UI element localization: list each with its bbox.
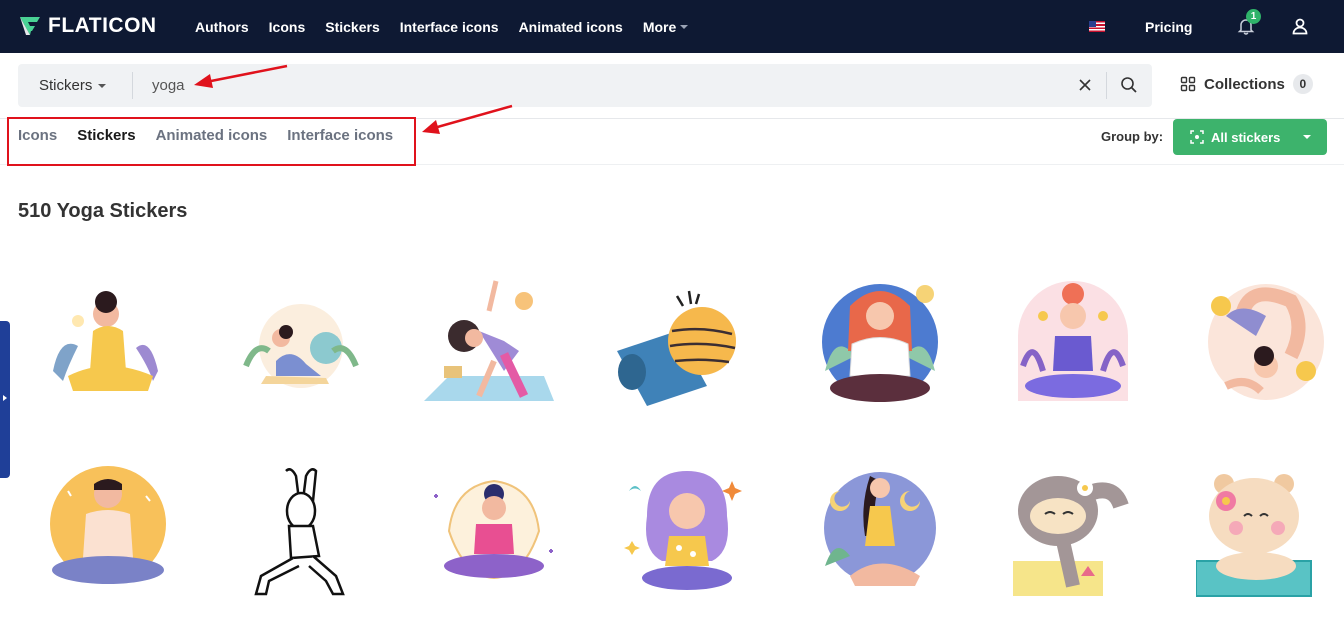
yoga-night-stretch-icon bbox=[824, 472, 936, 586]
chevron-down-icon bbox=[1303, 135, 1312, 139]
notification-badge: 1 bbox=[1246, 9, 1261, 24]
nav-more-label: More bbox=[642, 18, 677, 35]
sticker-yoga-meditation-man[interactable] bbox=[38, 466, 178, 606]
divider bbox=[132, 72, 133, 99]
yoga-meditation-woman-icon bbox=[822, 284, 938, 402]
logo-text: FLATICON bbox=[48, 14, 157, 37]
yoga-lotus-mandala-icon bbox=[434, 479, 553, 580]
search-type-dropdown[interactable]: Stickers bbox=[39, 77, 107, 94]
group-by-value: All stickers bbox=[1211, 129, 1281, 145]
sticker-yoga-backbend[interactable] bbox=[1196, 276, 1336, 416]
top-navigation: FLATICON Authors Icons Stickers Interfac… bbox=[0, 0, 1344, 53]
yoga-outline-warrior-icon bbox=[254, 468, 345, 596]
sticker-yoga-cobra-pose[interactable] bbox=[231, 276, 371, 416]
sticker-yoga-sloth[interactable] bbox=[1003, 466, 1143, 606]
yoga-triangle-pose-icon bbox=[424, 280, 554, 401]
yoga-cobra-pose-icon bbox=[243, 304, 359, 388]
divider bbox=[1106, 72, 1107, 99]
collections-count: 0 bbox=[1292, 74, 1313, 94]
yoga-lotus-arch-icon bbox=[1018, 281, 1128, 401]
chevron-down-icon bbox=[680, 24, 689, 29]
sticker-yoga-outline-warrior[interactable] bbox=[231, 466, 371, 606]
nav-link-stickers[interactable]: Stickers bbox=[325, 19, 379, 35]
search-bar: Stickers bbox=[18, 64, 1152, 107]
chevron-down-icon bbox=[98, 83, 107, 88]
sticker-yoga-lotus-mandala[interactable] bbox=[424, 466, 564, 606]
sticker-yoga-woman-stretch[interactable] bbox=[38, 276, 178, 416]
nav-more-menu[interactable]: More bbox=[642, 18, 689, 35]
nav-link-animated-icons[interactable]: Animated icons bbox=[519, 19, 623, 35]
yoga-woman-stretch-icon bbox=[53, 291, 158, 391]
annotation-highlight-box bbox=[7, 117, 416, 166]
yoga-mat-ball-icon bbox=[617, 290, 736, 406]
sticker-yoga-meditation-woman[interactable] bbox=[810, 276, 950, 416]
nav-links: Authors Icons Stickers Interface icons A… bbox=[195, 0, 689, 53]
nav-link-authors[interactable]: Authors bbox=[195, 19, 249, 35]
pricing-link[interactable]: Pricing bbox=[1145, 19, 1192, 35]
collections-button[interactable]: Collections 0 bbox=[1180, 74, 1313, 94]
yoga-meditation-man-icon bbox=[50, 466, 166, 584]
search-icon[interactable] bbox=[1120, 76, 1138, 94]
close-icon[interactable] bbox=[1077, 77, 1093, 93]
annotation-arrow-tabs bbox=[422, 104, 513, 134]
sticker-yoga-purple-hair[interactable] bbox=[617, 466, 757, 606]
nav-link-interface-icons[interactable]: Interface icons bbox=[400, 19, 499, 35]
sticker-yoga-bear[interactable] bbox=[1195, 466, 1336, 606]
grid-icon bbox=[1180, 76, 1196, 92]
sticker-yoga-lotus-arch[interactable] bbox=[1003, 276, 1143, 416]
side-panel-toggle[interactable] bbox=[0, 321, 10, 478]
results-heading: 510 Yoga Stickers bbox=[18, 200, 188, 222]
yoga-backbend-icon bbox=[1208, 284, 1324, 400]
flaticon-logo[interactable]: FLATICON bbox=[18, 14, 157, 38]
sticker-yoga-triangle-pose[interactable] bbox=[424, 276, 564, 416]
focus-frame-icon bbox=[1190, 130, 1204, 144]
sticker-yoga-night-stretch[interactable] bbox=[810, 466, 950, 606]
yoga-sloth-icon bbox=[1013, 476, 1129, 596]
search-input[interactable] bbox=[152, 72, 1052, 99]
search-type-label: Stickers bbox=[39, 77, 93, 94]
group-by-label: Group by: bbox=[1101, 129, 1164, 144]
yoga-bear-icon bbox=[1195, 474, 1312, 597]
group-by-dropdown[interactable]: All stickers bbox=[1173, 119, 1327, 155]
us-flag-icon[interactable] bbox=[1089, 21, 1105, 32]
nav-link-icons[interactable]: Icons bbox=[269, 19, 306, 35]
collections-label: Collections bbox=[1204, 75, 1285, 93]
sticker-grid bbox=[38, 276, 1324, 606]
yoga-purple-hair-icon bbox=[624, 471, 742, 590]
user-icon[interactable] bbox=[1291, 17, 1309, 35]
sticker-yoga-mat-and-ball[interactable] bbox=[617, 276, 757, 416]
flaticon-logo-icon bbox=[20, 17, 40, 35]
